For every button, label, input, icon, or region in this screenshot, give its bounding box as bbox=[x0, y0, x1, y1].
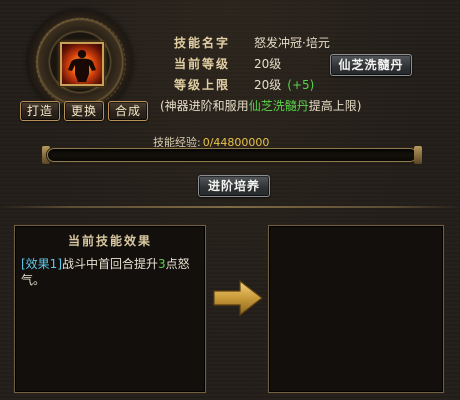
note-item-link: 仙芝洗髓丹 bbox=[248, 99, 309, 113]
advance-training-button[interactable]: 进阶培养 bbox=[198, 175, 270, 197]
replace-button[interactable]: 更换 bbox=[64, 101, 104, 121]
current-effect-box: 当前技能效果 [效果1]战斗中首回合提升3点怒气。 bbox=[14, 225, 206, 393]
warrior-silhouette-icon bbox=[68, 50, 96, 82]
effect-tag: [效果1] bbox=[21, 257, 62, 271]
current-effect-text: [效果1]战斗中首回合提升3点怒气。 bbox=[21, 256, 199, 288]
max-level-bonus: (+5) bbox=[287, 78, 315, 92]
arrow-right-icon bbox=[213, 279, 263, 317]
skill-action-buttons: 打造 更换 合成 bbox=[20, 101, 148, 121]
skill-name-value: 怒发冲冠·培元 bbox=[254, 36, 330, 50]
current-level-value: 20级 bbox=[254, 57, 282, 71]
forge-button[interactable]: 打造 bbox=[20, 101, 60, 121]
skill-name-label: 技能名字 bbox=[174, 36, 231, 50]
max-level-number: 20级 bbox=[254, 78, 282, 92]
effect-text-before: 战斗中首回合提升 bbox=[62, 257, 159, 271]
next-effect-box bbox=[268, 225, 444, 393]
note-suffix: 提高上限) bbox=[308, 99, 362, 113]
note-prefix: (神器进阶和服用 bbox=[160, 99, 249, 113]
max-level-value: 20级 (+5) bbox=[254, 76, 314, 93]
skill-panel: 打造 更换 合成 技能名字 怒发冲冠·培元 当前等级 20级 等级上限 20级 (… bbox=[0, 0, 460, 400]
exp-bar-right-cap bbox=[414, 146, 422, 164]
max-level-label: 等级上限 bbox=[174, 78, 231, 92]
section-divider bbox=[0, 206, 460, 208]
current-effect-title: 当前技能效果 bbox=[67, 234, 152, 248]
skill-icon-frame bbox=[28, 10, 132, 114]
skill-exp-bar bbox=[47, 148, 417, 162]
wash-marrow-pill-button[interactable]: 仙芝洗髓丹 bbox=[330, 54, 412, 76]
current-level-label: 当前等级 bbox=[174, 57, 231, 71]
level-cap-note: (神器进阶和服用仙芝洗髓丹提高上限) bbox=[160, 97, 361, 114]
combine-button[interactable]: 合成 bbox=[108, 101, 148, 121]
effect-number: 3 bbox=[158, 257, 166, 271]
flaming-warrior-icon[interactable] bbox=[60, 42, 104, 86]
